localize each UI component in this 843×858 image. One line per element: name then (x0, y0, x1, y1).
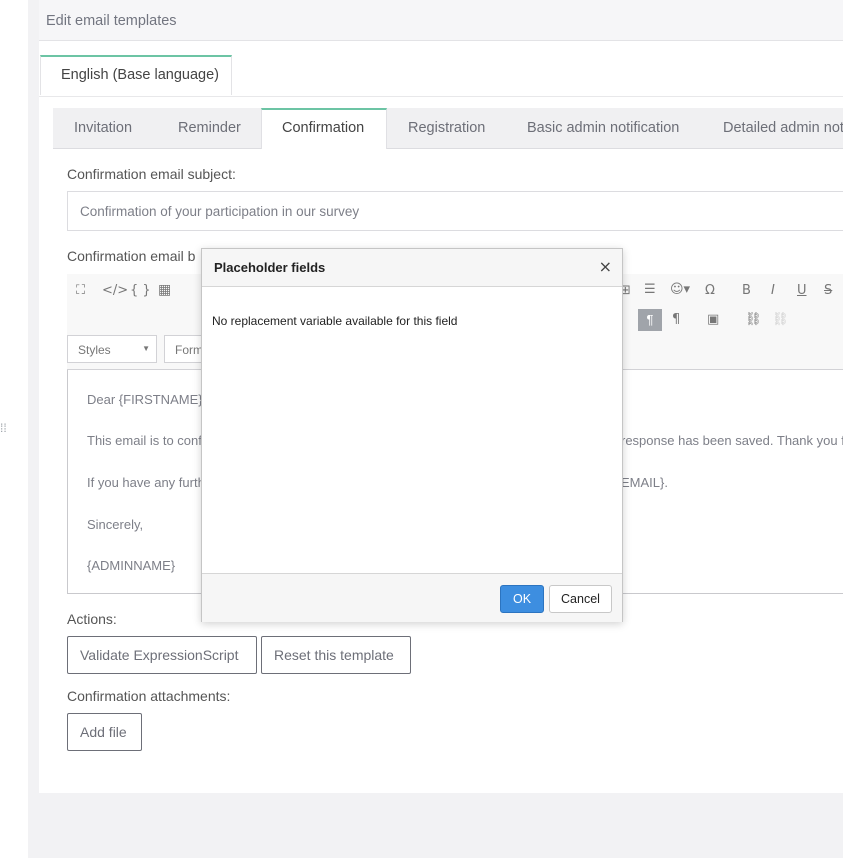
dialog-message: No replacement variable available for th… (212, 314, 458, 328)
body-label: Confirmation email b (67, 248, 196, 264)
placeholder-fields-dialog: Placeholder fields × No replacement vari… (201, 248, 623, 622)
tab-detailed-admin-notification[interactable]: Detailed admin not (703, 108, 843, 148)
omega-icon[interactable]: Ω (705, 283, 715, 298)
styles-select-label: Styles (78, 343, 111, 357)
cancel-button[interactable]: Cancel (549, 585, 612, 613)
body-line: {ADMINNAME} (87, 558, 176, 573)
image-icon[interactable]: ▣ (707, 312, 719, 327)
button-label: Reset this template (274, 647, 394, 663)
format-select-label: Form (175, 343, 203, 357)
tab-label: Invitation (74, 120, 133, 136)
styles-select[interactable]: Styles ▼ (67, 335, 157, 363)
unlink-icon[interactable]: ⛓ (772, 312, 789, 327)
maximize-icon[interactable]: ⛶ (76, 283, 85, 298)
link-icon[interactable]: ⛓ (745, 312, 762, 327)
attachments-label: Confirmation attachments: (67, 688, 231, 704)
braces-icon[interactable]: { } (130, 283, 151, 298)
body-line: Sincerely, (87, 517, 144, 532)
add-file-button[interactable]: Add file (67, 713, 142, 751)
tab-reminder[interactable]: Reminder (157, 108, 261, 148)
chevron-down-icon: ▼ (142, 344, 150, 353)
tab-invitation[interactable]: Invitation (53, 108, 157, 148)
hr-icon[interactable]: ☰ (644, 282, 656, 297)
button-label: Add file (80, 724, 127, 740)
body-line: EMAIL}. (621, 475, 668, 490)
rtl-icon[interactable]: ¶ (672, 312, 680, 327)
dialog-header: Placeholder fields × (202, 249, 622, 287)
emoji-icon[interactable]: ☺▾ (670, 282, 690, 297)
page-title: Edit email templates (46, 13, 177, 29)
body-line: response has been saved. Thank you f (621, 433, 843, 448)
close-icon[interactable]: × (599, 257, 612, 276)
grid-icon[interactable]: ▦ (158, 282, 171, 298)
subject-input[interactable]: Confirmation of your participation in ou… (67, 191, 843, 231)
italic-icon[interactable]: I (771, 283, 775, 298)
dialog-title: Placeholder fields (214, 260, 326, 275)
tab-label: Reminder (178, 120, 241, 136)
tab-basic-admin-notification[interactable]: Basic admin notification (507, 108, 703, 148)
body-line: If you have any furth (87, 475, 205, 490)
tab-label: Basic admin notification (527, 120, 680, 136)
subject-value: Confirmation of your participation in ou… (80, 204, 360, 219)
tab-confirmation[interactable]: Confirmation (261, 108, 387, 149)
subject-label: Confirmation email subject: (67, 166, 236, 182)
body-line: This email is to conf (87, 433, 202, 448)
ok-button[interactable]: OK (500, 585, 544, 613)
reset-template-button[interactable]: Reset this template (261, 636, 411, 674)
page-footer-area (28, 793, 843, 858)
tab-label: Detailed admin not (723, 120, 843, 136)
button-label: Validate ExpressionScript (80, 647, 239, 663)
source-icon[interactable]: </> (102, 283, 128, 298)
tab-registration[interactable]: Registration (387, 108, 507, 148)
tab-label: Confirmation (282, 120, 365, 136)
tab-label: Registration (408, 120, 486, 136)
bold-icon[interactable]: B (742, 283, 751, 298)
drag-handle-icon[interactable]: ⁞⁞ (0, 420, 10, 436)
dialog-footer: OK Cancel (202, 573, 622, 622)
validate-expressionscript-button[interactable]: Validate ExpressionScript (67, 636, 257, 674)
ltr-icon[interactable]: ¶ (638, 309, 662, 331)
language-tab-label: English (Base language) (61, 67, 219, 83)
actions-label: Actions: (67, 611, 117, 627)
body-line: Dear {FIRSTNAME} (87, 392, 203, 407)
strike-icon[interactable]: S (824, 283, 832, 298)
underline-icon[interactable]: U (797, 283, 807, 298)
tab-language-english[interactable]: English (Base language) (40, 55, 232, 95)
